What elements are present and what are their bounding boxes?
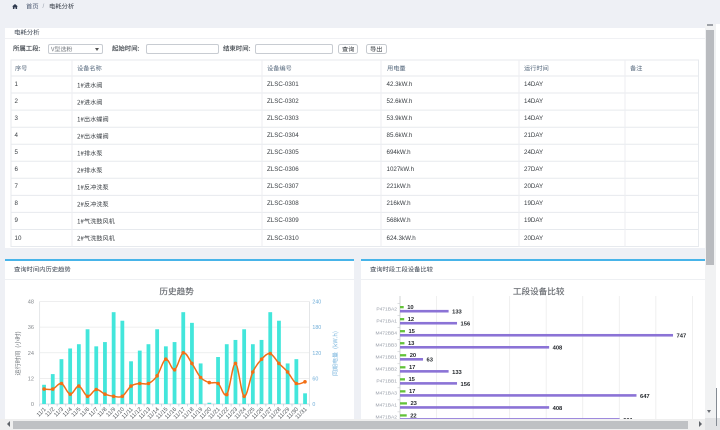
svg-text:M471BB2: M471BB2 bbox=[376, 367, 398, 373]
svg-text:156: 156 bbox=[461, 322, 471, 328]
svg-text:63: 63 bbox=[427, 358, 434, 364]
svg-text:12: 12 bbox=[27, 376, 33, 382]
svg-text:M471BA1: M471BA1 bbox=[376, 403, 398, 409]
svg-text:0: 0 bbox=[312, 402, 315, 408]
svg-text:P471BB1: P471BB1 bbox=[376, 379, 397, 385]
svg-text:48: 48 bbox=[27, 300, 33, 306]
svg-text:156: 156 bbox=[461, 382, 471, 388]
svg-text:24: 24 bbox=[27, 351, 33, 357]
svg-text:180: 180 bbox=[312, 325, 321, 331]
svg-text:408: 408 bbox=[553, 406, 563, 412]
svg-text:133: 133 bbox=[452, 310, 462, 316]
svg-text:240: 240 bbox=[312, 300, 321, 306]
svg-text:P471BA2: P471BA2 bbox=[376, 306, 397, 312]
svg-text:M471BB1: M471BB1 bbox=[376, 355, 398, 361]
svg-text:M471BB3: M471BB3 bbox=[376, 342, 398, 348]
svg-text:747: 747 bbox=[677, 334, 687, 340]
svg-text:M472BB4: M472BB4 bbox=[376, 330, 398, 336]
svg-text:133: 133 bbox=[452, 370, 462, 376]
svg-text:408: 408 bbox=[553, 346, 563, 352]
svg-text:M471BA3: M471BA3 bbox=[376, 391, 398, 397]
svg-text:60: 60 bbox=[312, 376, 318, 382]
svg-text:P471BA1: P471BA1 bbox=[376, 318, 397, 324]
svg-text:0: 0 bbox=[30, 402, 33, 408]
svg-text:120: 120 bbox=[312, 351, 321, 357]
svg-text:36: 36 bbox=[27, 325, 33, 331]
svg-text:647: 647 bbox=[640, 394, 650, 400]
